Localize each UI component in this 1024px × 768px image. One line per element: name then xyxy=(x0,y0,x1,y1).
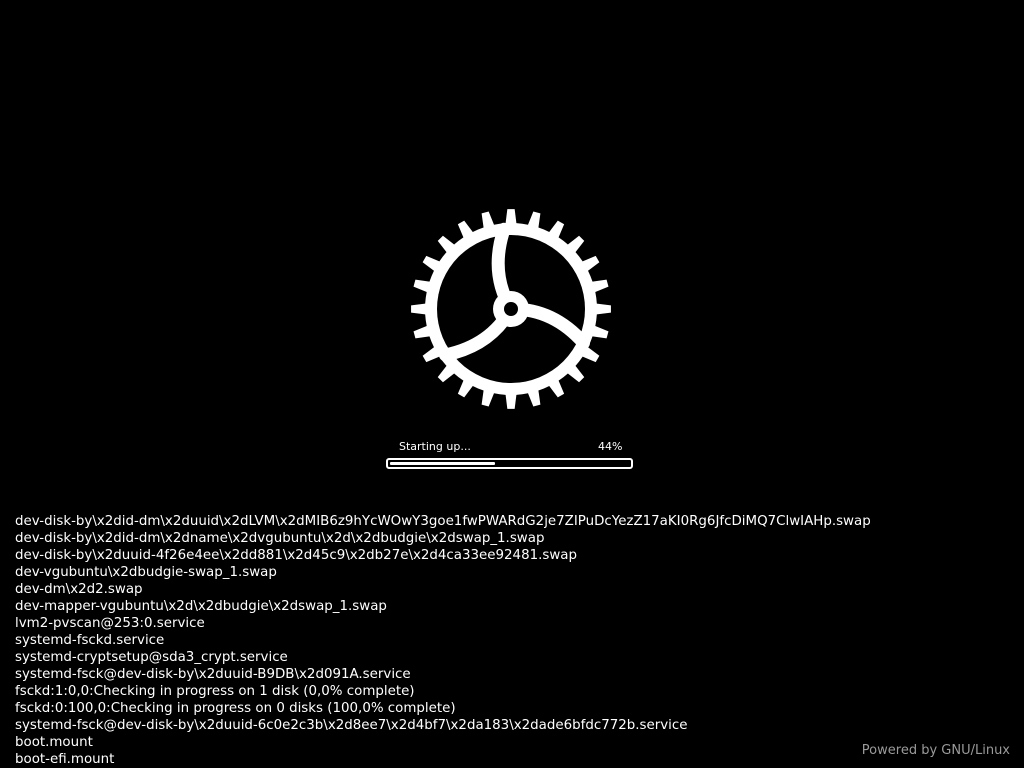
boot-log-line: systemd-fsckd.service xyxy=(15,633,165,648)
powered-by-footer: Powered by GNU/Linux xyxy=(861,743,1010,758)
boot-log-line: boot.mount xyxy=(15,735,93,750)
boot-status-text: Starting up... xyxy=(399,440,471,453)
boot-log-line: dev-disk-by\x2did-dm\x2duuid\x2dLVM\x2dM… xyxy=(15,514,871,529)
boot-log-line: fsckd:0:100,0:Checking in progress on 0 … xyxy=(15,701,456,716)
boot-log-line: dev-mapper-vgubuntu\x2d\x2dbudgie\x2dswa… xyxy=(15,599,387,614)
boot-progress-fill xyxy=(390,462,496,465)
boot-log-line: dev-disk-by\x2did-dm\x2dname\x2dvgubuntu… xyxy=(15,531,545,546)
boot-log-line: dev-vgubuntu\x2dbudgie-swap_1.swap xyxy=(15,565,277,580)
boot-log-line: dev-disk-by\x2duuid-4f26e4ee\x2dd881\x2d… xyxy=(15,548,578,563)
boot-progress-percent: 44% xyxy=(598,440,623,453)
boot-log-line: dev-dm\x2d2.swap xyxy=(15,582,143,597)
boot-log-line: fsckd:1:0,0:Checking in progress on 1 di… xyxy=(15,684,415,699)
gear-icon xyxy=(411,209,611,409)
boot-log-line: systemd-fsck@dev-disk-by\x2duuid-6c0e2c3… xyxy=(15,718,688,733)
boot-log-line: lvm2-pvscan@253:0.service xyxy=(15,616,205,631)
boot-log-line: systemd-fsck@dev-disk-by\x2duuid-B9DB\x2… xyxy=(15,667,411,682)
boot-log-line: boot-efi.mount xyxy=(15,752,115,767)
boot-progress-bar xyxy=(386,458,633,469)
boot-log: dev-disk-by\x2did-dm\x2duuid\x2dLVM\x2dM… xyxy=(15,513,1005,768)
boot-log-line: systemd-cryptsetup@sda3_crypt.service xyxy=(15,650,288,665)
